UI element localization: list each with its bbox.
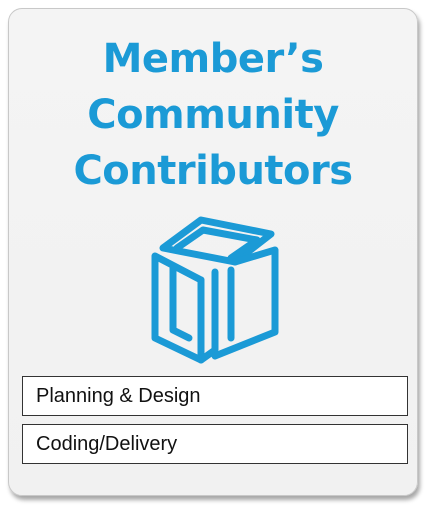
title-line-3: Contributors xyxy=(73,148,353,194)
title-line-1: Member’s xyxy=(102,36,324,82)
coding-delivery-item[interactable]: Coding/Delivery xyxy=(22,424,408,464)
title-line-2: Community xyxy=(87,92,339,138)
card-title: Member’s Community Contributors xyxy=(9,31,417,199)
planning-design-item[interactable]: Planning & Design xyxy=(22,376,408,416)
stacked-boxes-icon xyxy=(151,216,279,364)
